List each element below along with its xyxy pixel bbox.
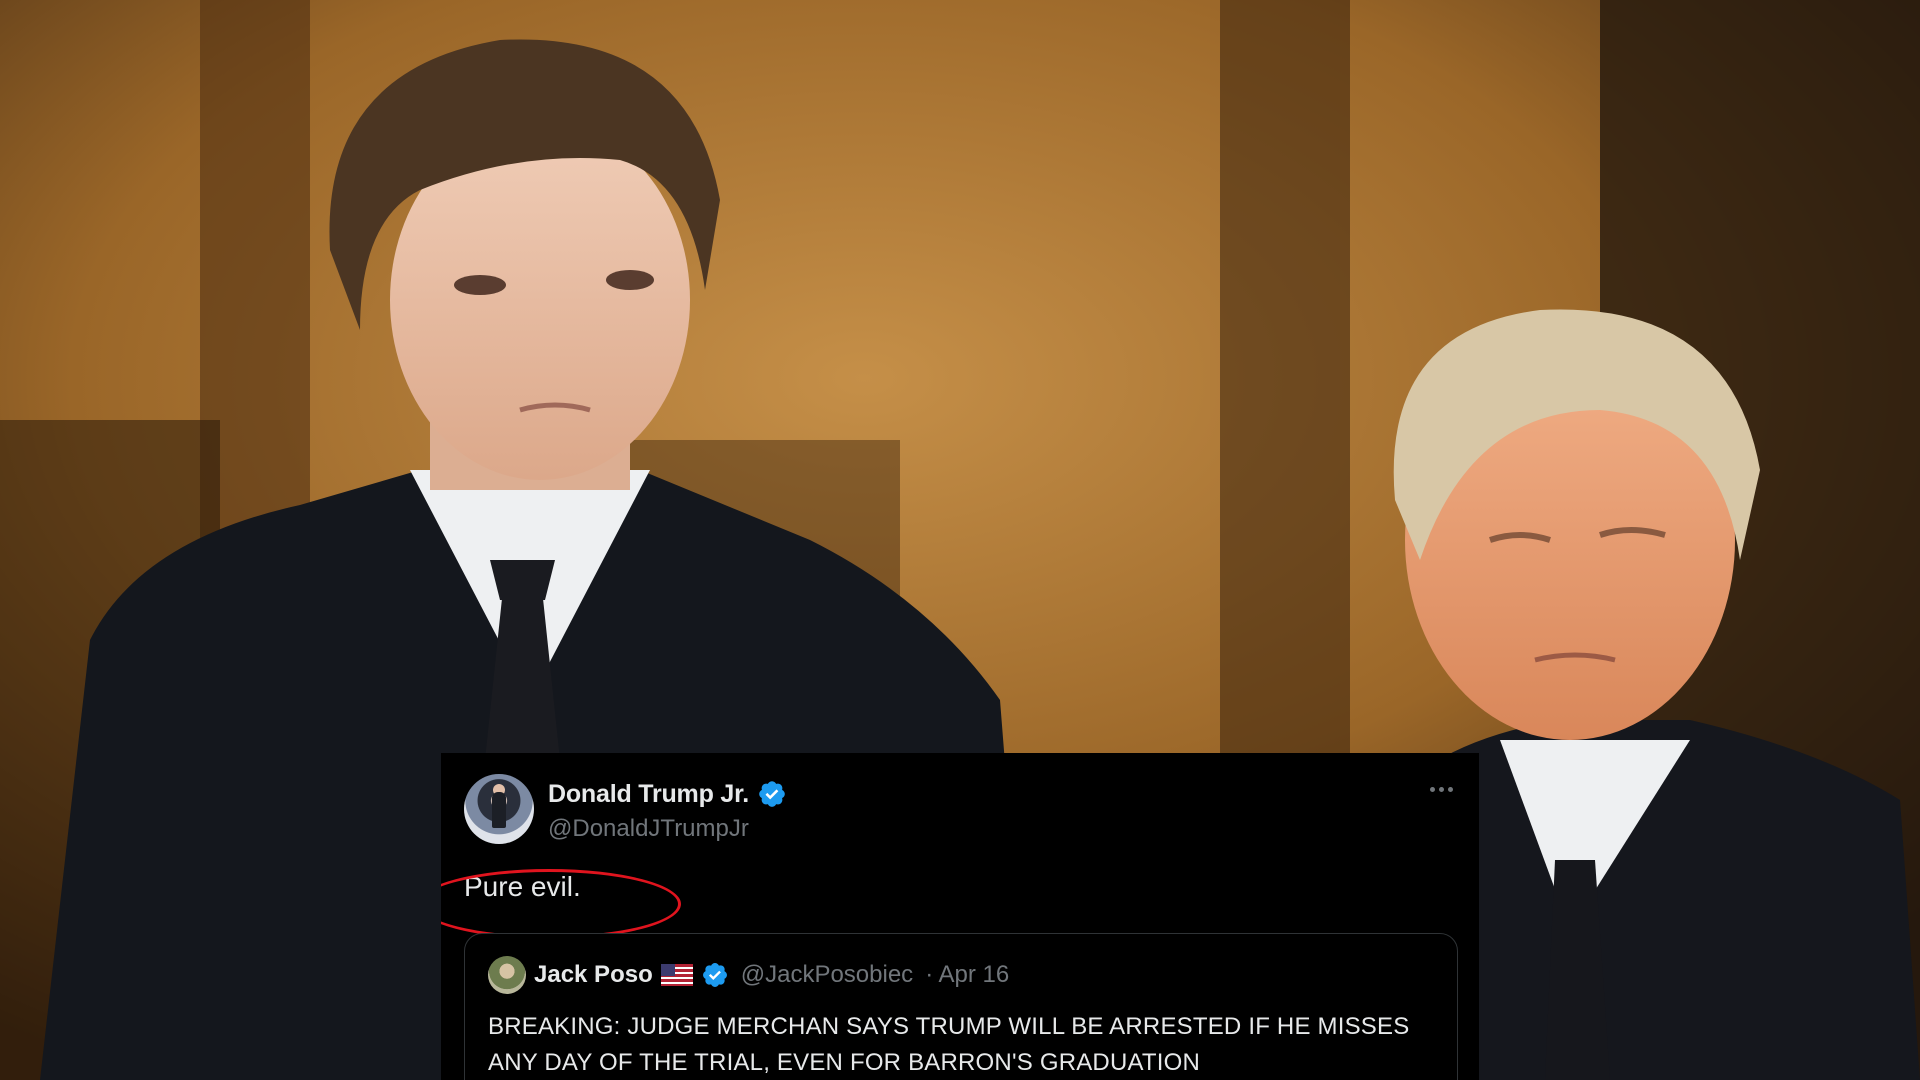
quoted-date[interactable]: · Apr 16 <box>925 961 1009 989</box>
author-handle[interactable]: @DonaldJTrumpJr <box>548 815 749 843</box>
quoted-author-avatar[interactable] <box>488 956 526 994</box>
tweet-text: Pure evil. <box>464 871 581 902</box>
quoted-author-row: Jack Poso @JackPosobiec · Apr 16 <box>488 956 1009 994</box>
quoted-author-handle[interactable]: @JackPosobiec <box>741 961 913 989</box>
author-avatar[interactable] <box>464 774 534 844</box>
verified-badge-icon <box>759 781 785 807</box>
quoted-author-name[interactable]: Jack Poso <box>534 961 653 989</box>
more-horizontal-icon[interactable] <box>1430 787 1453 792</box>
author-name-row: Donald Trump Jr. <box>548 779 787 809</box>
quoted-text: BREAKING: JUDGE MERCHAN SAYS TRUMP WILL … <box>488 1013 1410 1076</box>
us-flag-icon <box>660 964 693 986</box>
verified-badge-icon <box>702 963 727 987</box>
author-name[interactable]: Donald Trump Jr. <box>548 780 749 809</box>
quoted-tweet[interactable]: Jack Poso @JackPosobiec · Apr 16 BREAKIN… <box>464 933 1458 1080</box>
tweet-card[interactable]: Donald Trump Jr. @DonaldJTrumpJr Pure ev… <box>441 753 1479 1080</box>
